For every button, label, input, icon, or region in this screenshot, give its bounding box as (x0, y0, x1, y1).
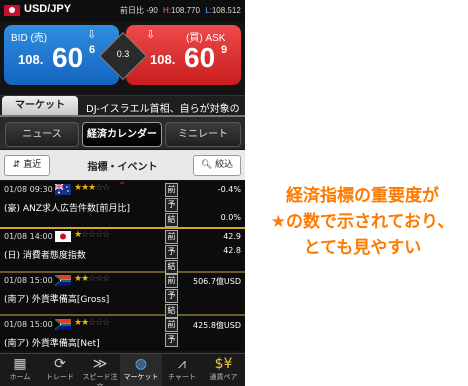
grid-icon: ▦ (13, 356, 27, 372)
importance-stars: ★★☆☆☆ (74, 274, 110, 284)
high-value: 108.770 (171, 6, 200, 15)
nav-currency-pair[interactable]: $¥ 通貨ペア (202, 354, 245, 386)
forecast-value: 42.8 (223, 246, 241, 255)
event-date: 01/08 09:30 (4, 185, 53, 194)
nav-trade[interactable]: ⟳ トレード (40, 354, 80, 386)
bid-price-small: 6 (89, 44, 96, 56)
ticker-headline[interactable]: DJ-イスラエル首相、自らが対象の (86, 100, 240, 115)
ask-price-big: 60 (184, 42, 216, 73)
bid-price-main: 108. (18, 52, 44, 67)
label-prev: 前 (165, 274, 178, 288)
value-labels: 前 予 結 (165, 230, 178, 275)
event-name: (日) 消費者態度指数 (4, 251, 86, 261)
event-row[interactable]: 01/08 15:00 ★★☆☆☆ (南ア) 外貨準備高[Net] 前 予 42… (0, 316, 245, 350)
down-arrow-icon: ⇩ (87, 28, 97, 41)
bid-label: BID (売) (11, 33, 48, 44)
annotation-line-3: とても見やすい (303, 238, 422, 258)
label-prev: 前 (165, 230, 178, 244)
importance-stars: ★★☆☆☆ (74, 318, 110, 328)
nav-chart[interactable]: ⩘ チャート (162, 354, 202, 386)
caret-up-icon: ⌃ (118, 181, 127, 192)
ask-price-small: 9 (221, 44, 228, 56)
refresh-icon: ⟳ (54, 356, 66, 372)
annotation-line-1: 経済指標の重要度が (286, 186, 439, 206)
ask-price-main: 108. (150, 52, 176, 67)
event-name: (南ア) 外貨準備高[Gross] (4, 295, 110, 305)
label-prev: 前 (165, 318, 178, 332)
spread-value: 0.3 (116, 49, 130, 59)
nav-label: ホーム (9, 373, 31, 381)
tab-economic-calendar[interactable]: 経済カレンダー (82, 122, 162, 147)
prev-value: -0.4% (217, 185, 241, 194)
currency-icon: $¥ (214, 356, 233, 372)
importance-stars: ★☆☆☆☆ (74, 230, 110, 240)
search-icon: 🔍︎ (200, 160, 213, 170)
event-list: 01/08 09:30 ★★★☆☆ ⌃ (豪) ANZ求人広告件数[前月比] 前… (0, 181, 245, 351)
filter-button[interactable]: 🔍︎ 絞込 (193, 155, 241, 176)
nav-home[interactable]: ▦ ホーム (0, 354, 40, 386)
nav-label: 通貨ペア (209, 373, 238, 381)
event-name: (南ア) 外貨準備高[Net] (4, 339, 100, 349)
label-forecast: 予 (165, 333, 178, 347)
sub-tabs: ニュース 経済カレンダー ミニレート (0, 115, 245, 149)
importance-stars: ★★★☆☆ (74, 183, 110, 193)
tab-news[interactable]: ニュース (5, 122, 79, 147)
chart-icon: ⩘ (178, 356, 186, 372)
event-row[interactable]: 01/08 09:30 ★★★☆☆ ⌃ (豪) ANZ求人広告件数[前月比] 前… (0, 181, 245, 229)
nav-label: マーケット (123, 373, 159, 381)
label-forecast: 予 (165, 198, 178, 212)
value-labels: 前 予 結 (165, 183, 178, 228)
result-value: 0.0% (220, 213, 241, 222)
nav-label: トレード (46, 373, 74, 381)
down-arrow-icon: ⇩ (146, 28, 156, 41)
value-labels: 前 予 (165, 318, 178, 348)
filter-bar: ⇵ 直近 指標・イベント 🔍︎ 絞込 (0, 150, 245, 180)
jp-flag-icon (4, 5, 20, 16)
top-bar: USD/JPY 前日比 -90 H:108.770 L:108.512 (0, 0, 245, 22)
currency-pair[interactable]: USD/JPY (24, 3, 71, 15)
label-forecast: 予 (165, 289, 178, 303)
globe-icon: ◍ (134, 356, 148, 372)
prev-change: 前日比 -90 (120, 6, 158, 15)
tab-market[interactable]: マーケット (2, 96, 78, 115)
south-africa-flag-icon (55, 319, 71, 330)
label-result: 結 (165, 213, 178, 227)
nav-market[interactable]: ◍ マーケット (120, 354, 162, 386)
label-forecast: 予 (165, 245, 178, 259)
price-stats: 前日比 -90 H:108.770 L:108.512 (120, 5, 241, 16)
tab-mini-rate[interactable]: ミニレート (165, 122, 241, 147)
nav-label: スピード注文 (82, 373, 118, 386)
speed-icon: ≫ (92, 356, 108, 372)
nav-speed-order[interactable]: ≫ スピード注文 (80, 354, 120, 386)
high-label: H: (163, 6, 172, 15)
value-labels: 前 予 結 (165, 274, 178, 319)
event-date: 01/08 14:00 (4, 232, 53, 241)
event-date: 01/08 15:00 (4, 320, 53, 329)
event-name: (豪) ANZ求人広告件数[前月比] (4, 204, 130, 214)
filter-label: 絞込 (215, 160, 234, 170)
low-value: 108.512 (211, 6, 241, 15)
bottom-nav: ▦ ホーム ⟳ トレード ≫ スピード注文 ◍ マーケット ⩘ チャート $¥ … (0, 353, 245, 386)
prev-value: 42.9 (223, 232, 241, 241)
event-date: 01/08 15:00 (4, 276, 53, 285)
annotation-callout: 経済指標の重要度が ★の数で示されており、 とても見やすい (260, 183, 465, 261)
japan-flag-icon (55, 231, 71, 242)
label-prev: 前 (165, 183, 178, 197)
prev-value: 506.7億USD (193, 277, 241, 286)
news-ticker[interactable]: マーケット DJ-イスラエル首相、自らが対象の (0, 95, 245, 116)
low-label: L: (205, 6, 212, 15)
app-screen: USD/JPY 前日比 -90 H:108.770 L:108.512 BID … (0, 0, 245, 386)
event-row[interactable]: 01/08 15:00 ★★☆☆☆ (南ア) 外貨準備高[Gross] 前 予 … (0, 272, 245, 319)
annotation-line-2: ★の数で示されており、 (270, 212, 455, 232)
prev-value: 425.8億USD (193, 321, 241, 330)
nav-label: チャート (168, 373, 196, 381)
south-africa-flag-icon (55, 275, 71, 286)
australia-flag-icon (55, 184, 71, 195)
bid-price-big: 60 (52, 42, 84, 73)
event-row[interactable]: 01/08 14:00 ★☆☆☆☆ (日) 消費者態度指数 前 予 結 42.9… (0, 228, 245, 275)
